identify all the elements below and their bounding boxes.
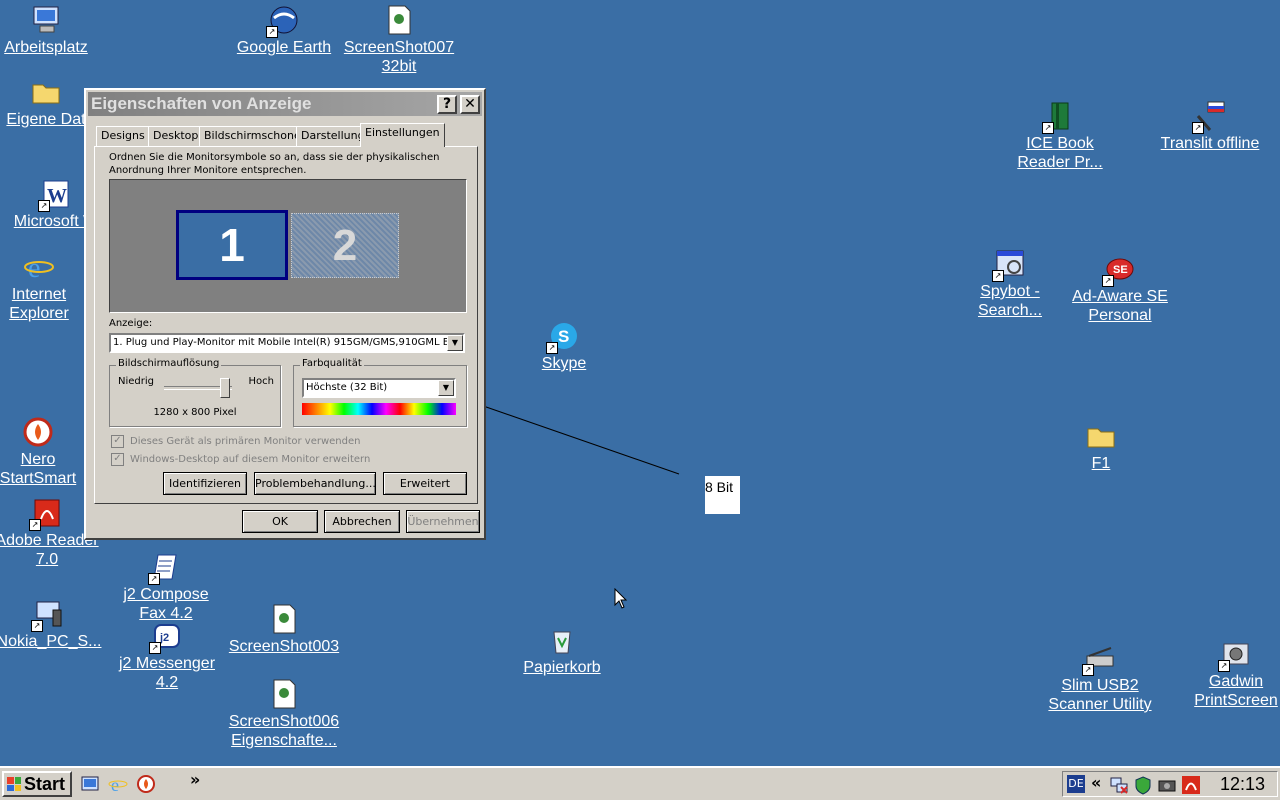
svg-text:e: e bbox=[111, 775, 119, 794]
close-button[interactable]: ✕ bbox=[460, 94, 480, 114]
monitor-1-label: 1 bbox=[219, 219, 245, 271]
resolution-value: 1280 x 800 Pixel bbox=[153, 407, 237, 418]
dialog-titlebar[interactable]: Eigenschaften von Anzeige ? ✕ bbox=[88, 92, 482, 116]
primary-monitor-checkbox[interactable]: ✓ Dieses Gerät als primären Monitor verw… bbox=[111, 435, 360, 448]
taskbar: Start e » DE « 12:13 bbox=[0, 766, 1280, 800]
tab-darstellung[interactable]: Darstellung bbox=[296, 126, 370, 146]
identify-button[interactable]: Identifizieren bbox=[163, 472, 247, 495]
troubleshoot-button[interactable]: Problembehandlung... bbox=[254, 472, 376, 495]
mouse-cursor-icon bbox=[614, 588, 628, 609]
resolution-high-label: Hoch bbox=[248, 376, 274, 387]
system-tray: DE « 12:13 bbox=[1062, 771, 1278, 797]
resolution-groupbox: Bildschirmauflösung Niedrig Hoch 1280 x … bbox=[109, 358, 281, 427]
monitor-2-label: 2 bbox=[332, 220, 358, 270]
anzeige-select[interactable]: 1. Plug und Play-Monitor mit Mobile Inte… bbox=[109, 333, 465, 353]
show-desktop-icon bbox=[81, 776, 99, 791]
quick-launch-chevron[interactable]: » bbox=[190, 770, 200, 789]
clock[interactable]: 12:13 bbox=[1220, 774, 1265, 795]
color-quality-caption: Farbqualität bbox=[300, 358, 364, 369]
internet-explorer-icon: e bbox=[108, 775, 128, 795]
annotation-text: 8 Bit bbox=[705, 479, 734, 495]
resolution-caption: Bildschirmauflösung bbox=[116, 358, 222, 369]
settings-panel: Ordnen Sie die Monitorsymbole so an, das… bbox=[94, 146, 478, 504]
color-quality-groupbox: Farbqualität Höchste (32 Bit) ▼ bbox=[293, 358, 467, 427]
checkmark-icon: ✓ bbox=[111, 453, 124, 466]
tab-bildschirmschoner[interactable]: Bildschirmschoner bbox=[199, 126, 311, 146]
chevron-down-icon[interactable]: ▼ bbox=[447, 335, 463, 351]
anzeige-value: 1. Plug und Play-Monitor mit Mobile Inte… bbox=[113, 337, 455, 348]
checkmark-icon: ✓ bbox=[111, 435, 124, 448]
help-button[interactable]: ? bbox=[437, 94, 457, 114]
monitor-2[interactable]: 2 bbox=[291, 213, 399, 278]
chevron-down-icon[interactable]: ▼ bbox=[438, 380, 454, 396]
scanner-tray-icon[interactable] bbox=[1157, 775, 1177, 795]
tab-designs[interactable]: Designs bbox=[96, 126, 150, 146]
security-shield-icon[interactable] bbox=[1133, 775, 1153, 795]
instruction-text: Ordnen Sie die Monitorsymbole so an, das… bbox=[109, 152, 440, 176]
ok-button[interactable]: OK bbox=[242, 510, 318, 533]
color-quality-select[interactable]: Höchste (32 Bit) ▼ bbox=[302, 378, 456, 398]
tab-einstellungen[interactable]: Einstellungen bbox=[360, 123, 445, 147]
start-button[interactable]: Start bbox=[2, 771, 72, 797]
network-icon[interactable] bbox=[1109, 775, 1129, 795]
cancel-button[interactable]: Abbrechen bbox=[324, 510, 400, 533]
primary-monitor-label: Dieses Gerät als primären Monitor verwen… bbox=[130, 436, 361, 447]
color-quality-value: Höchste (32 Bit) bbox=[306, 382, 388, 393]
quick-launch-nero[interactable] bbox=[136, 774, 156, 794]
start-label: Start bbox=[24, 774, 66, 794]
monitor-arrangement-area: 1 2 bbox=[109, 179, 467, 313]
dialog-title: Eigenschaften von Anzeige bbox=[91, 94, 312, 113]
nero-icon bbox=[137, 775, 155, 793]
tray-expand-chevron[interactable]: « bbox=[1091, 773, 1101, 792]
antivirus-icon[interactable] bbox=[1181, 775, 1201, 795]
advanced-button[interactable]: Erweitert bbox=[383, 472, 467, 495]
language-indicator[interactable]: DE bbox=[1067, 775, 1085, 793]
resolution-low-label: Niedrig bbox=[118, 376, 154, 387]
extend-desktop-label: Windows-Desktop auf diesem Monitor erwei… bbox=[130, 454, 371, 465]
tab-desktop[interactable]: Desktop bbox=[148, 126, 204, 146]
resolution-slider-thumb[interactable] bbox=[220, 378, 230, 398]
display-properties-dialog: Eigenschaften von Anzeige ? ✕ Designs De… bbox=[84, 88, 486, 540]
windows-logo-icon bbox=[7, 777, 21, 791]
color-spectrum-bar bbox=[302, 403, 456, 415]
anzeige-label: Anzeige: bbox=[109, 318, 153, 329]
monitor-1[interactable]: 1 bbox=[176, 210, 288, 280]
extend-desktop-checkbox[interactable]: ✓ Windows-Desktop auf diesem Monitor erw… bbox=[111, 453, 370, 466]
annotation-label: 8 Bit bbox=[705, 476, 740, 514]
apply-button[interactable]: Übernehmen bbox=[406, 510, 480, 533]
quick-launch-ie[interactable]: e bbox=[108, 774, 128, 795]
quick-launch-desktop[interactable] bbox=[80, 774, 100, 794]
